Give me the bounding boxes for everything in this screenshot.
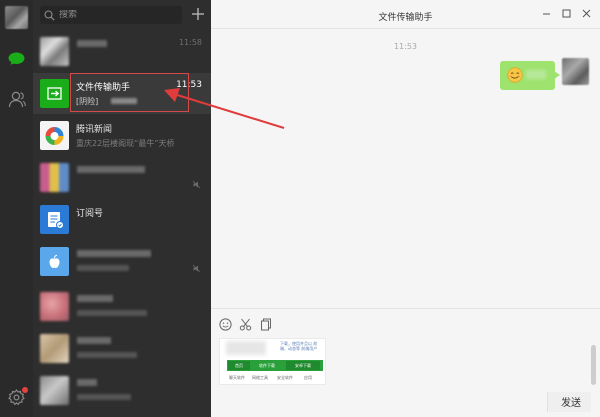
sly-smile-emoji-icon [507,67,523,83]
close-icon[interactable] [581,8,592,19]
notification-dot [22,387,28,393]
thumbnail-nav-software: 软件下载 [259,363,275,368]
search-icon [44,9,55,21]
annotation-arrow [164,88,285,129]
apple-icon [49,254,60,268]
tencent-news-avatar [40,121,69,150]
contact-avatar [40,37,69,66]
minimize-icon[interactable] [541,8,552,19]
send-button[interactable]: 发送 [552,392,590,410]
input-scrollbar[interactable] [591,345,596,385]
mute-icon [192,264,201,273]
conversation-time: 11:58 [178,38,202,47]
maximize-icon[interactable] [561,8,572,19]
mute-icon [192,180,201,189]
chat-window: 文件传输助手 11:53 下载，使用并且以 前端、动态等 前端用户 首页 软件下… [211,0,600,417]
conversation-item[interactable] [33,157,211,198]
conversation-preview: 重庆22层楼阁现“最牛”天桥 [76,139,175,148]
thumbnail-nav-home: 首页 [228,361,250,370]
conversation-item-subscriptions[interactable]: 订阅号 [33,199,211,240]
my-avatar[interactable] [562,58,589,85]
thumbnail-cat-1: 聊天软件 [229,375,245,380]
chat-icon[interactable] [8,52,25,65]
conversation-item[interactable] [33,328,211,369]
thumbnail-nav-android: 安卓下载 [286,361,320,370]
emoji-icon[interactable] [219,318,232,331]
nav-rail [0,0,33,417]
input-divider [211,308,600,309]
thumbnail-cat-2: 网络工具 [252,375,268,380]
message-timestamp: 11:53 [393,42,418,51]
add-button[interactable] [190,5,206,23]
pasted-image-thumbnail[interactable]: 下载，使用并且以 前端、动态等 前端用户 首页 软件下载 安卓下载 聊天软件 网… [219,338,326,385]
thumbnail-cat-4: 应用 [304,375,312,380]
user-avatar[interactable] [5,6,28,29]
conversation-name: 腾讯新闻 [76,125,113,135]
file-icon[interactable] [259,318,272,331]
message-bubble[interactable] [500,61,560,90]
conversation-list: 11:58 文件传输助手 [阴险] 11:53 腾讯新 [33,0,211,417]
contact-avatar [40,334,69,363]
contacts-icon[interactable] [8,91,26,108]
contact-avatar [40,376,69,405]
search-input[interactable] [59,10,179,20]
file-transfer-avatar [40,79,69,108]
search-box[interactable] [40,6,182,24]
screenshot-scissors-icon[interactable] [239,318,252,331]
conversation-name: 订阅号 [76,209,104,219]
thumbnail-cat-3: 安全软件 [277,375,293,380]
contact-avatar [40,292,69,321]
subscription-icon [48,212,64,229]
title-divider [211,28,600,29]
group-avatar [40,163,69,192]
conversation-item[interactable] [33,286,211,327]
conversation-item[interactable] [33,370,211,411]
conversation-item[interactable]: 11:58 [33,31,211,72]
thumbnail-text: 下载，使用并且以 前端、动态等 前端用户 [280,341,318,351]
contact-avatar [40,247,69,276]
transfer-arrow-icon [47,87,62,100]
tencent-news-logo-icon [45,127,64,145]
conversation-item[interactable] [33,241,211,282]
subscriptions-avatar [40,205,69,234]
